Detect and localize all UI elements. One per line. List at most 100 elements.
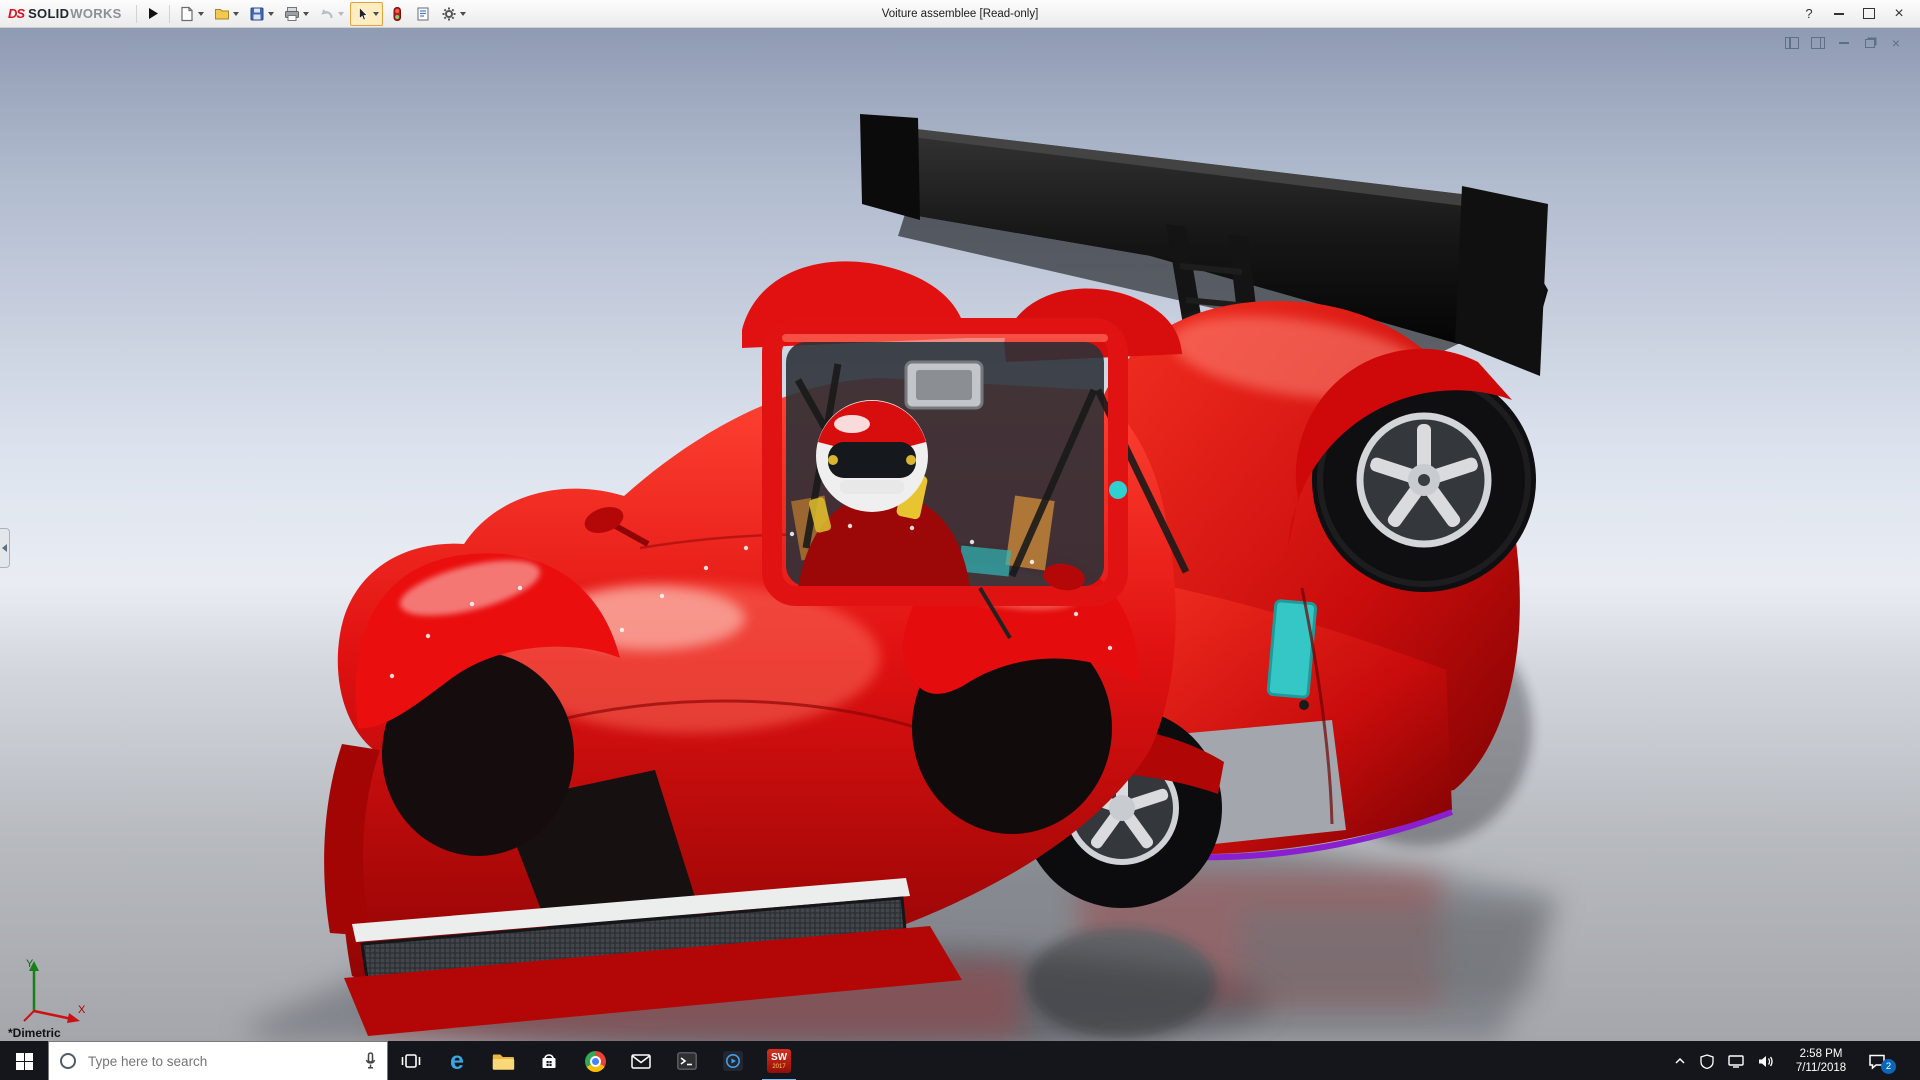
help-button[interactable]: ? xyxy=(1794,0,1824,27)
chevron-left-icon xyxy=(2,544,7,552)
security-tray-button[interactable] xyxy=(1700,1053,1714,1069)
minimize-button[interactable] xyxy=(1824,0,1854,27)
shield-icon xyxy=(1700,1053,1714,1069)
window-controls: ? × xyxy=(1794,0,1920,27)
save-icon xyxy=(250,7,264,20)
print-icon xyxy=(284,6,299,21)
taskbar-app-task-view[interactable] xyxy=(388,1041,434,1080)
view-orientation-label: *Dimetric xyxy=(8,1026,61,1040)
help-icon: ? xyxy=(1805,6,1813,21)
volume-tray-button[interactable] xyxy=(1758,1055,1774,1068)
taskbar-app-media[interactable] xyxy=(710,1041,756,1080)
options-button[interactable] xyxy=(437,2,470,26)
doc-close-button[interactable]: × xyxy=(1888,36,1904,50)
taskbar-app-store[interactable] xyxy=(526,1041,572,1080)
dropdown-caret[interactable] xyxy=(459,11,466,16)
document-window-controls: × xyxy=(1784,36,1904,50)
ds-logo-mark: DS xyxy=(8,6,25,21)
reference-triad: Y X xyxy=(23,958,86,1023)
minimize-icon xyxy=(1834,12,1844,15)
action-center-button[interactable]: 2 xyxy=(1868,1053,1896,1074)
file-properties-button[interactable] xyxy=(411,2,435,26)
driver-helmet xyxy=(816,400,928,512)
browser-icon xyxy=(584,1050,606,1072)
maximize-icon xyxy=(1863,8,1875,19)
restore-icon xyxy=(1865,38,1875,48)
media-app-icon xyxy=(723,1051,743,1071)
network-icon xyxy=(1728,1054,1744,1068)
chevron-up-icon xyxy=(1675,1057,1685,1064)
menu-flyout-button[interactable] xyxy=(142,2,164,26)
close-button[interactable]: × xyxy=(1884,0,1914,27)
triad-x-label: X xyxy=(78,1004,86,1016)
taskbar-clock[interactable]: 2:58 PM 7/11/2018 xyxy=(1788,1047,1854,1075)
cortana-icon xyxy=(60,1053,76,1069)
display-pane-icon[interactable] xyxy=(1784,36,1800,50)
notification-badge: 2 xyxy=(1881,1058,1896,1074)
brand-name-bold: SOLID xyxy=(28,6,70,21)
dropdown-caret[interactable] xyxy=(197,11,204,16)
select-tool-button[interactable] xyxy=(349,1,383,26)
titlebar: DS SOLID WORKS Voiture assemblee [Read-o… xyxy=(0,0,1920,28)
open-button[interactable] xyxy=(210,2,243,26)
taskbar-app-edge[interactable]: e xyxy=(434,1041,480,1080)
dropdown-caret[interactable] xyxy=(267,11,274,16)
file-explorer-icon xyxy=(492,1054,514,1070)
maximize-button[interactable] xyxy=(1854,0,1884,27)
options-gear-icon xyxy=(442,7,456,20)
fuel-cap xyxy=(1299,700,1309,710)
new-document-button[interactable] xyxy=(175,2,208,26)
feature-pane-icon[interactable] xyxy=(1810,36,1826,50)
taskbar-app-terminal[interactable] xyxy=(664,1041,710,1080)
separator xyxy=(168,4,170,23)
undo-button[interactable] xyxy=(315,2,348,26)
menu-flyout-arrow-icon xyxy=(148,8,158,19)
system-tray: 2:58 PM 7/11/2018 2 xyxy=(1674,1041,1920,1080)
start-button[interactable] xyxy=(0,1041,48,1080)
open-folder-icon xyxy=(214,8,229,19)
print-button[interactable] xyxy=(280,2,313,26)
clock-date: 7/11/2018 xyxy=(1795,1062,1847,1074)
new-document-icon xyxy=(181,6,193,21)
dropdown-caret[interactable] xyxy=(337,11,344,16)
taskbar-app-solidworks[interactable]: SW 2017 xyxy=(756,1041,802,1080)
clock-time: 2:58 PM xyxy=(1799,1048,1843,1060)
triad-y-label: Y xyxy=(26,958,34,970)
solidworks-window: DS SOLID WORKS Voiture assemblee [Read-o… xyxy=(0,0,1920,1080)
windows-logo-icon xyxy=(15,1052,33,1070)
mail-icon xyxy=(631,1053,651,1069)
rebuild-icon xyxy=(393,6,401,21)
doc-restore-button[interactable] xyxy=(1862,36,1878,50)
microphone-icon[interactable] xyxy=(364,1052,377,1070)
doc-minimize-button[interactable] xyxy=(1836,36,1852,50)
rebuild-button[interactable] xyxy=(385,2,409,26)
taskbar-search[interactable] xyxy=(48,1041,388,1080)
brand-name-light: WORKS xyxy=(70,6,122,21)
dropdown-caret[interactable] xyxy=(372,11,379,16)
rear-view-mirror xyxy=(904,360,984,410)
feature-manager-collapsed-tab[interactable] xyxy=(0,528,10,568)
separator xyxy=(135,4,137,23)
task-view-icon xyxy=(401,1054,421,1068)
taskbar-app-file-explorer[interactable] xyxy=(480,1041,526,1080)
store-icon xyxy=(542,1054,556,1068)
taskbar: e xyxy=(0,1041,1920,1080)
edge-icon: e xyxy=(450,1046,464,1075)
undo-icon xyxy=(320,8,333,18)
close-icon: × xyxy=(1894,4,1904,22)
solidworks-icon: SW 2017 xyxy=(767,1049,791,1073)
model-scene[interactable] xyxy=(0,28,1920,1041)
dropdown-caret[interactable] xyxy=(232,11,239,16)
taskbar-app-mail[interactable] xyxy=(618,1041,664,1080)
volume-icon xyxy=(1759,1055,1773,1067)
dropdown-caret[interactable] xyxy=(302,11,309,16)
search-input[interactable] xyxy=(86,1052,355,1070)
hidden-icons-button[interactable] xyxy=(1674,1057,1686,1065)
network-tray-button[interactable] xyxy=(1728,1054,1744,1068)
graphics-area[interactable]: × Y X *Dimetric xyxy=(0,28,1920,1041)
terminal-icon xyxy=(677,1052,697,1070)
save-button[interactable] xyxy=(245,2,278,26)
taskbar-app-browser[interactable] xyxy=(572,1041,618,1080)
solidworks-logo: DS SOLID WORKS xyxy=(0,0,132,27)
minimize-icon xyxy=(1839,42,1849,44)
